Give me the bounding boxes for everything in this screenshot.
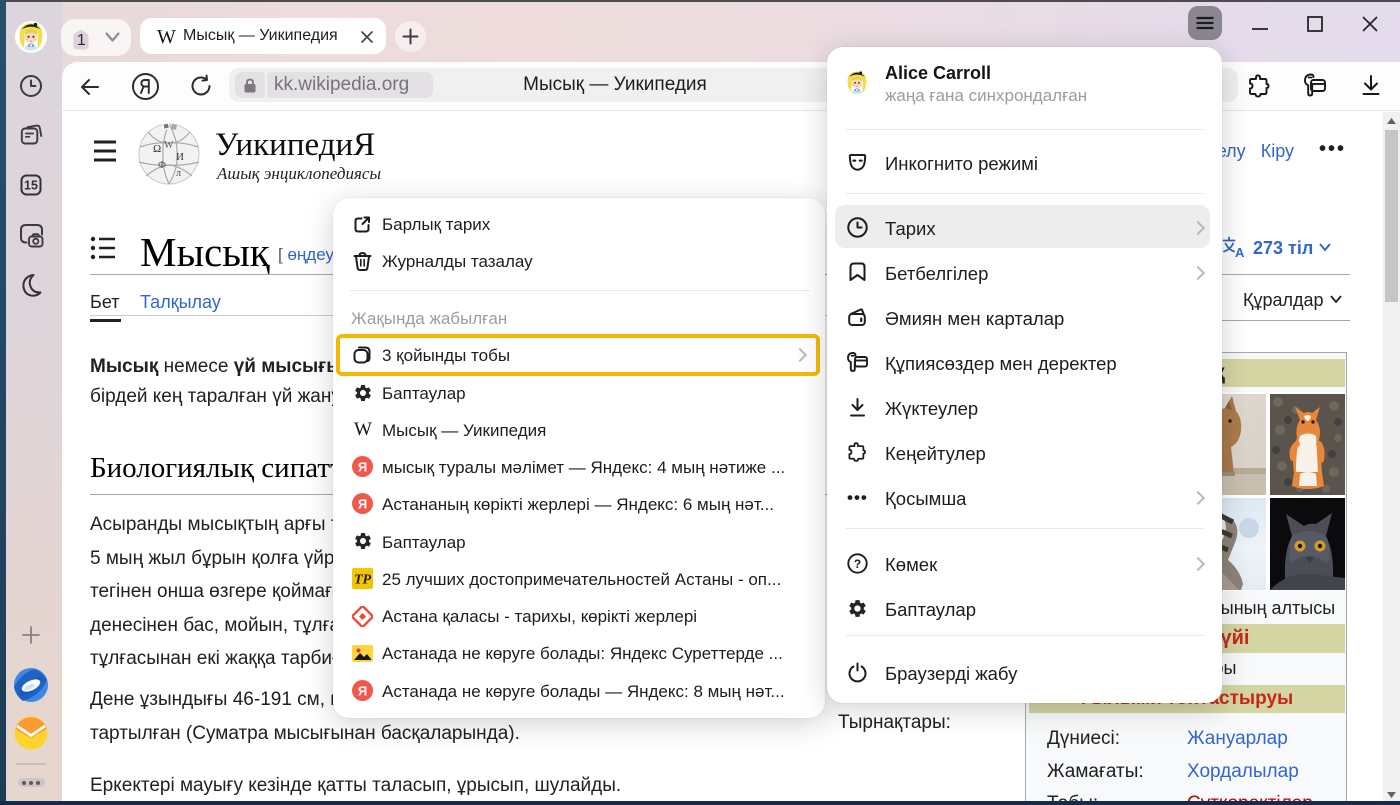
svg-text:Я: Я xyxy=(358,496,367,511)
svg-text:?: ? xyxy=(854,557,861,571)
svg-text:И: И xyxy=(176,151,184,163)
svg-text:W: W xyxy=(164,140,174,151)
svg-text:Я: Я xyxy=(358,459,367,474)
svg-text:Ф: Ф xyxy=(158,160,166,171)
svg-text:TP: TP xyxy=(354,573,372,588)
svg-text:1: 1 xyxy=(77,32,86,49)
svg-text:л: л xyxy=(176,168,181,179)
svg-text:Я: Я xyxy=(358,683,367,698)
svg-text:Ω: Ω xyxy=(153,143,161,155)
svg-text:15: 15 xyxy=(24,179,38,193)
svg-text:A: A xyxy=(1235,245,1245,258)
